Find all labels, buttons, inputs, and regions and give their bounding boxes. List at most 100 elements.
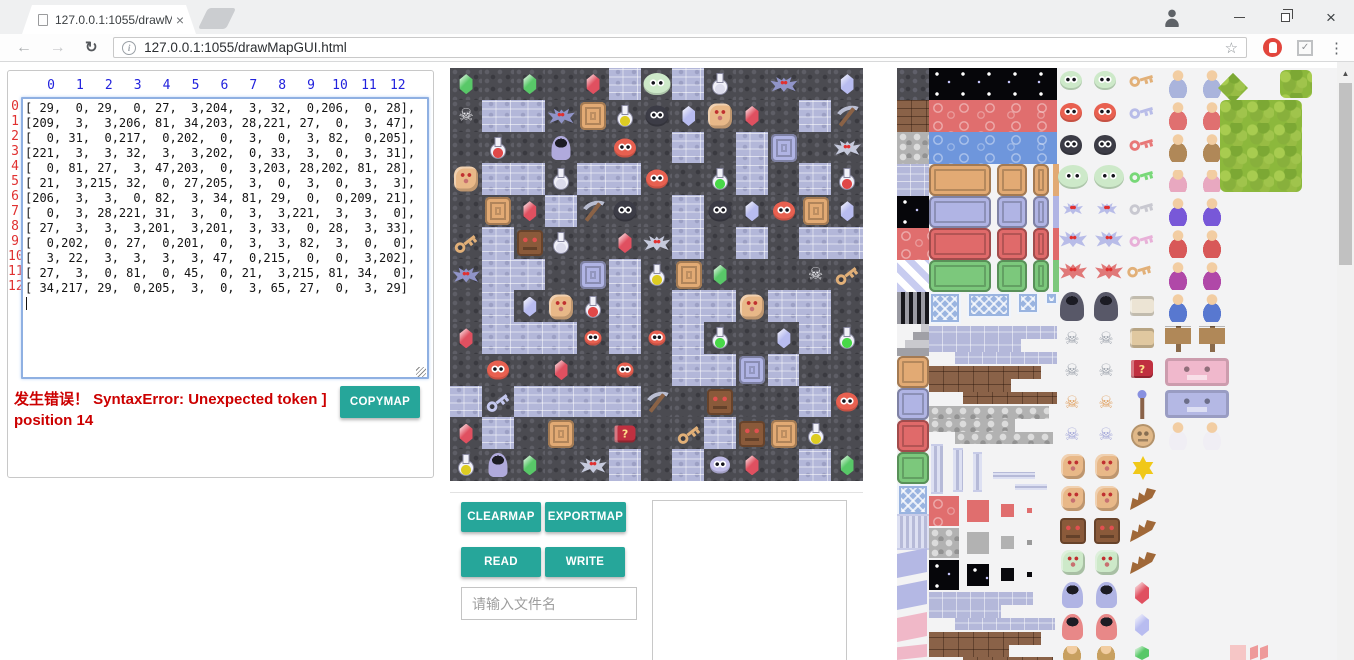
- tileset-tile[interactable]: [1128, 231, 1156, 249]
- map-tile[interactable]: [768, 259, 800, 291]
- map-tile[interactable]: [514, 449, 546, 481]
- map-tile[interactable]: [736, 163, 768, 195]
- tileset-tile[interactable]: [1199, 326, 1225, 352]
- tileset-tile[interactable]: ☠: [1062, 326, 1082, 352]
- clearmap-button[interactable]: CLEARMAP: [461, 502, 541, 532]
- tileset-tile[interactable]: [1128, 167, 1156, 185]
- tileset-tile[interactable]: [1095, 262, 1123, 280]
- tileset-tile[interactable]: [929, 260, 991, 292]
- adblock-extension-icon[interactable]: [1263, 38, 1282, 57]
- tileset-tile[interactable]: [1094, 165, 1124, 189]
- map-tile[interactable]: [831, 322, 863, 354]
- tileset-tile[interactable]: [929, 366, 1041, 379]
- tileset-tile[interactable]: [1059, 262, 1087, 280]
- tileset-tile[interactable]: [1201, 422, 1223, 450]
- map-tile[interactable]: [768, 290, 800, 322]
- map-tile[interactable]: [514, 354, 546, 386]
- map-tile[interactable]: ☠: [450, 100, 482, 132]
- browser-tab[interactable]: 127.0.0.1:1055/drawMa ×: [22, 5, 196, 34]
- tileset-tile[interactable]: [929, 592, 1033, 605]
- tileset-tile[interactable]: [1126, 260, 1158, 281]
- map-tile[interactable]: [672, 322, 704, 354]
- map-tile[interactable]: [672, 227, 704, 259]
- map-matrix-textarea[interactable]: [21, 97, 429, 379]
- map-tile[interactable]: [831, 132, 863, 164]
- map-tile[interactable]: [768, 386, 800, 418]
- tileset-tile[interactable]: [897, 164, 929, 196]
- map-tile[interactable]: [831, 68, 863, 100]
- map-tile[interactable]: [704, 354, 736, 386]
- map-tile[interactable]: [577, 449, 609, 481]
- tileset-tile[interactable]: [897, 292, 929, 324]
- map-tile[interactable]: [799, 449, 831, 481]
- tileset-tile[interactable]: [1165, 390, 1229, 418]
- tileset-tile[interactable]: [1201, 70, 1223, 98]
- map-tile[interactable]: [736, 290, 768, 322]
- map-tile[interactable]: [545, 449, 577, 481]
- tileset-tile[interactable]: [929, 228, 991, 260]
- map-tile[interactable]: [704, 100, 736, 132]
- map-tile[interactable]: [514, 68, 546, 100]
- map-tile[interactable]: [736, 132, 768, 164]
- map-tile[interactable]: [641, 163, 673, 195]
- map-tile[interactable]: [450, 68, 482, 100]
- tileset-tile[interactable]: [1094, 518, 1120, 544]
- map-tile[interactable]: [768, 227, 800, 259]
- map-tile[interactable]: [482, 227, 514, 259]
- map-tile[interactable]: [736, 259, 768, 291]
- map-tile[interactable]: [768, 322, 800, 354]
- map-tile[interactable]: [736, 195, 768, 227]
- tileset-tile[interactable]: [955, 618, 1055, 630]
- map-tile[interactable]: [545, 68, 577, 100]
- map-tile[interactable]: [704, 259, 736, 291]
- tileset-tile[interactable]: [897, 388, 929, 420]
- tileset-tile[interactable]: [1033, 260, 1049, 292]
- map-tile[interactable]: [482, 322, 514, 354]
- map-tile[interactable]: [799, 163, 831, 195]
- map-tile[interactable]: [545, 259, 577, 291]
- tileset-tile[interactable]: [897, 324, 929, 356]
- tileset-tile[interactable]: [929, 496, 959, 526]
- map-tile[interactable]: [482, 100, 514, 132]
- restore-button[interactable]: [1262, 0, 1308, 34]
- tileset-tile[interactable]: [929, 292, 961, 324]
- map-tile[interactable]: [450, 132, 482, 164]
- textarea-resize-grip[interactable]: [416, 367, 426, 377]
- map-tile[interactable]: [704, 290, 736, 322]
- read-button[interactable]: READ: [461, 547, 541, 577]
- map-tile[interactable]: [799, 290, 831, 322]
- tileset-tile[interactable]: [1135, 390, 1149, 418]
- map-tile[interactable]: [768, 195, 800, 227]
- map-tile[interactable]: [736, 354, 768, 386]
- map-tile[interactable]: [831, 259, 863, 291]
- tileset-tile[interactable]: [1165, 326, 1191, 352]
- map-tile[interactable]: [577, 100, 609, 132]
- map-tile[interactable]: [577, 163, 609, 195]
- tileset-tile[interactable]: [963, 392, 1057, 404]
- map-tile[interactable]: [641, 68, 673, 100]
- map-tile[interactable]: [545, 132, 577, 164]
- tileset-tile[interactable]: [973, 454, 982, 490]
- page-scrollbar[interactable]: ▲: [1337, 62, 1354, 660]
- tileset-tile[interactable]: [929, 605, 1001, 618]
- tileset-tile[interactable]: [929, 132, 1057, 164]
- map-tile[interactable]: [704, 68, 736, 100]
- tileset-tile[interactable]: [931, 446, 943, 492]
- tileset-tile[interactable]: [1060, 135, 1082, 155]
- tileset-tile[interactable]: [929, 560, 959, 590]
- tileset-tile[interactable]: [1001, 536, 1014, 549]
- map-tile[interactable]: [450, 163, 482, 195]
- map-tile[interactable]: [514, 100, 546, 132]
- map-tile[interactable]: [641, 417, 673, 449]
- tileset-tile[interactable]: [1131, 424, 1155, 448]
- tileset-tile[interactable]: [1060, 518, 1086, 544]
- tileset-tile[interactable]: ☠: [1062, 422, 1082, 448]
- map-tile[interactable]: [609, 195, 641, 227]
- tileset-tile[interactable]: [1027, 540, 1032, 545]
- map-tile[interactable]: [831, 417, 863, 449]
- tileset-tile[interactable]: [1094, 135, 1116, 155]
- copymap-button[interactable]: COPYMAP: [340, 386, 420, 418]
- map-tile[interactable]: [609, 68, 641, 100]
- map-tile[interactable]: [577, 386, 609, 418]
- map-tile[interactable]: [768, 100, 800, 132]
